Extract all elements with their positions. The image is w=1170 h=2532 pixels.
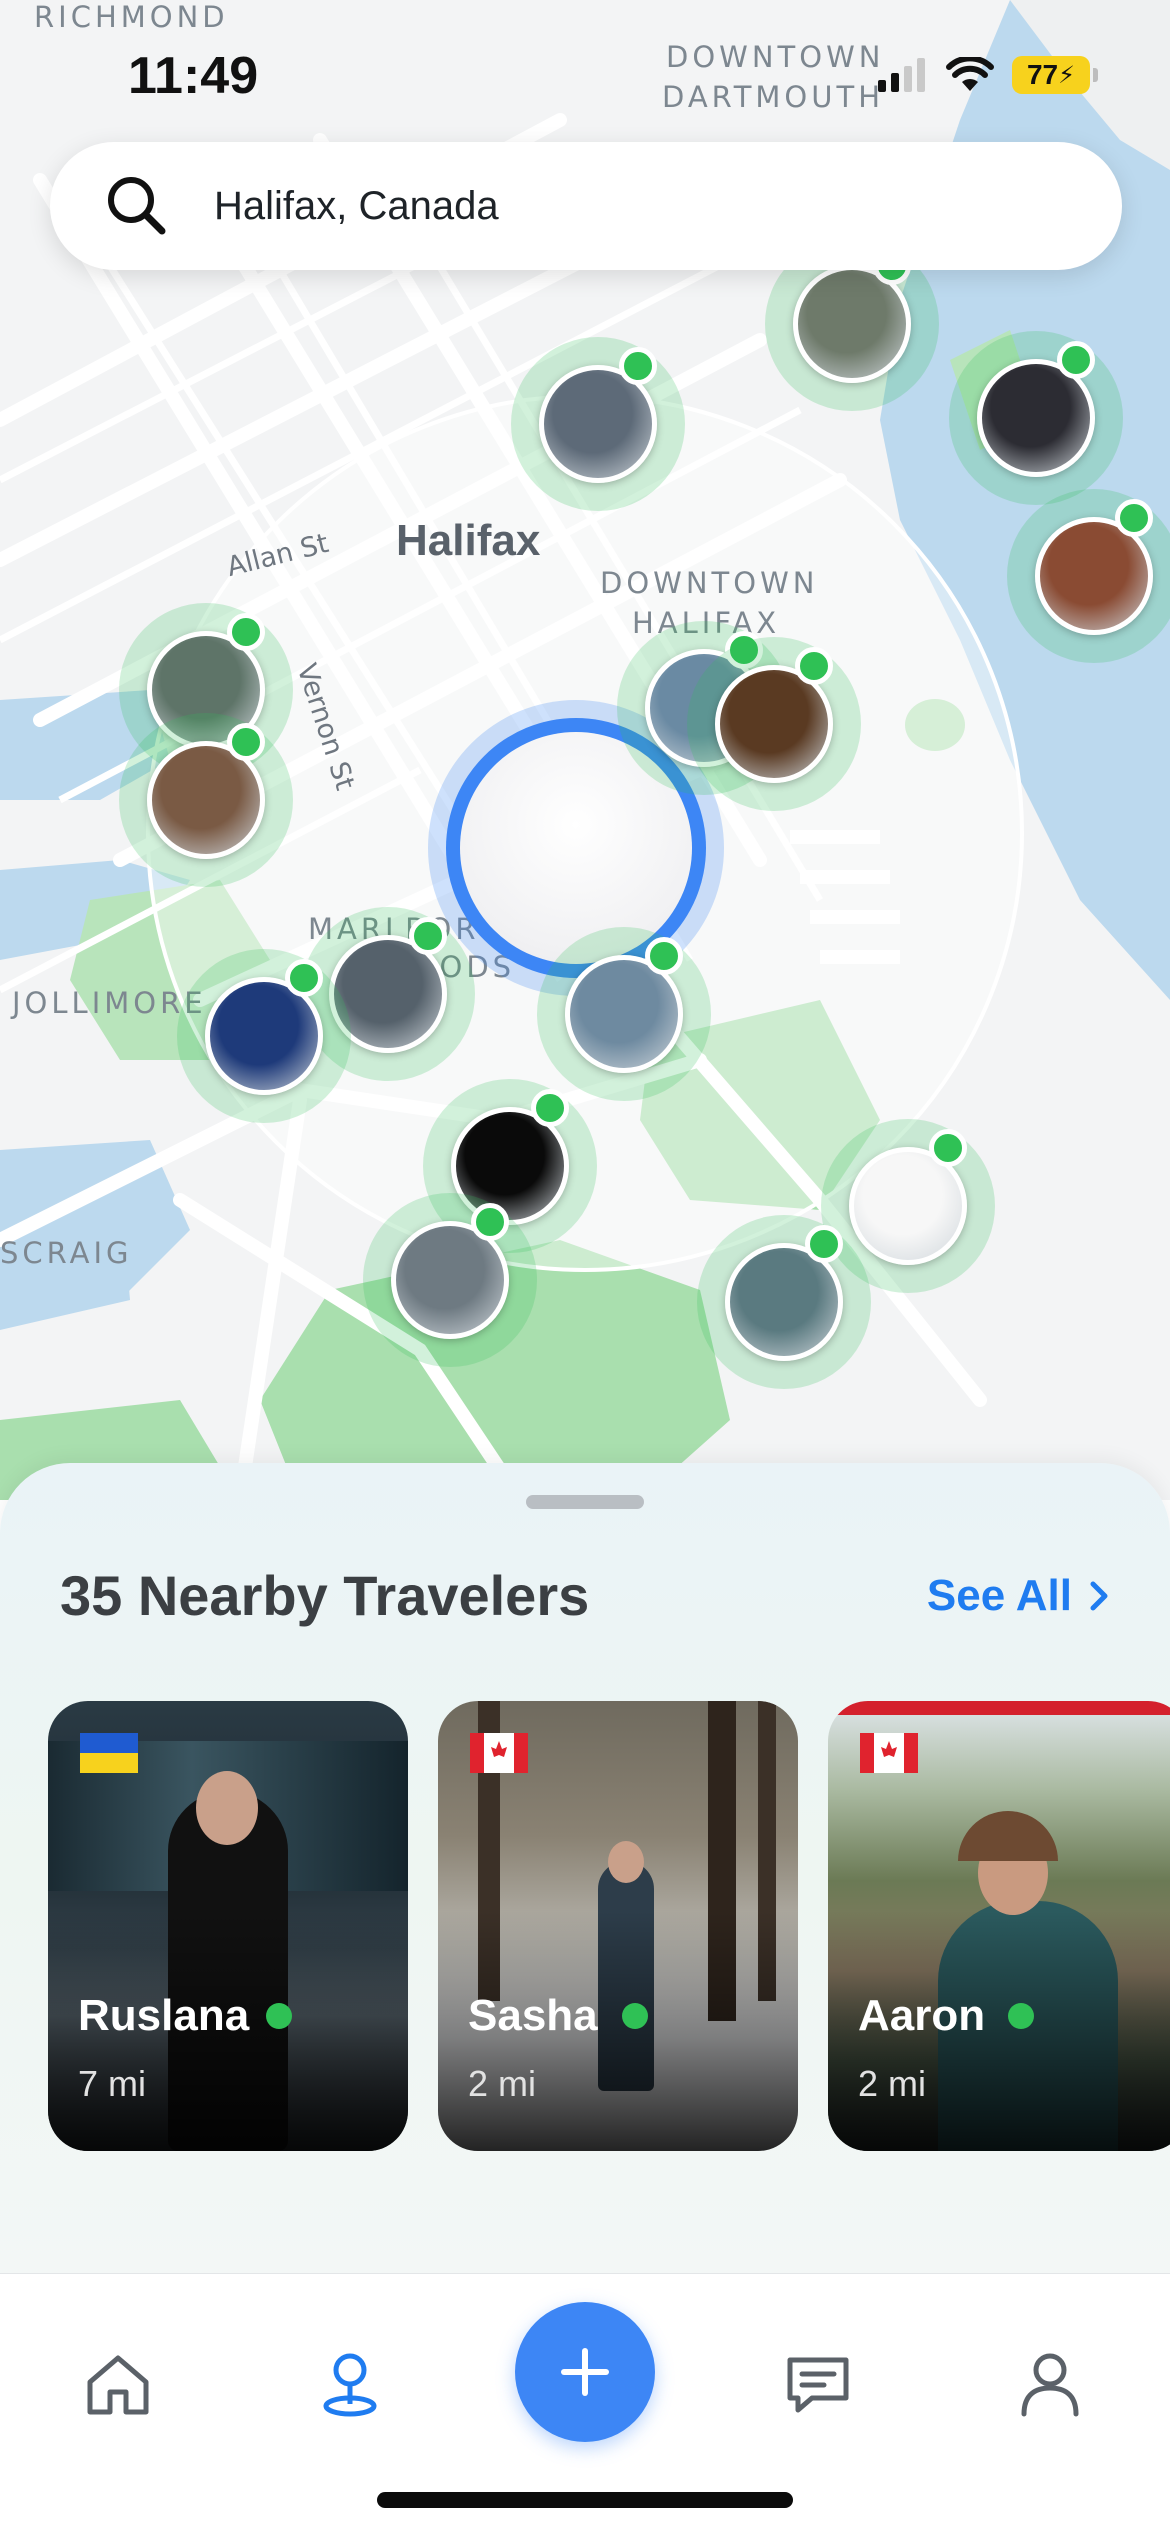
ukraine-flag-icon xyxy=(80,1733,138,1773)
online-status-dot xyxy=(471,1203,509,1241)
online-status-dot xyxy=(1057,341,1095,379)
chevron-right-icon xyxy=(1090,1581,1108,1611)
traveler-map-pin[interactable] xyxy=(949,331,1123,505)
sheet-drag-handle[interactable] xyxy=(526,1495,644,1509)
see-all-label: See All xyxy=(926,1571,1072,1620)
traveler-map-pin[interactable] xyxy=(687,637,861,811)
tab-profile[interactable] xyxy=(1000,2334,1100,2434)
map-label-downtown-halifax: DOWNTOWN xyxy=(600,566,819,600)
map-label-halifax: Halifax xyxy=(396,516,541,565)
traveler-map-pin[interactable] xyxy=(177,949,351,1123)
nearby-travelers-sheet[interactable]: 35 Nearby Travelers See All Ruslana 7 mi xyxy=(0,1463,1170,2273)
traveler-card-sasha[interactable]: Sasha 2 mi xyxy=(438,1701,798,2151)
search-icon xyxy=(108,177,166,235)
traveler-card-ruslana[interactable]: Ruslana 7 mi xyxy=(48,1701,408,2151)
tab-map[interactable] xyxy=(300,2334,400,2434)
traveler-name: Ruslana xyxy=(78,1991,250,2040)
traveler-name: Sasha xyxy=(468,1991,598,2040)
online-status-dot xyxy=(805,1225,843,1263)
search-input[interactable] xyxy=(214,183,1034,229)
cellular-signal-icon xyxy=(878,58,925,92)
canada-flag-icon xyxy=(860,1733,918,1773)
traveler-map-pin[interactable] xyxy=(511,337,685,511)
online-status-dot xyxy=(619,347,657,385)
tab-bar xyxy=(0,2273,1170,2532)
status-bar: 11:49 77 ⚡ xyxy=(0,0,1170,140)
status-time: 11:49 xyxy=(128,47,259,105)
online-status-dot xyxy=(227,723,265,761)
battery-charging-icon: 77 ⚡ xyxy=(1012,56,1098,94)
see-all-link[interactable]: See All xyxy=(927,1571,1110,1621)
traveler-map-pin[interactable] xyxy=(537,927,711,1101)
home-icon xyxy=(87,2355,149,2415)
add-button[interactable] xyxy=(515,2302,655,2442)
traveler-distance: 7 mi xyxy=(78,2063,147,2104)
add-icon xyxy=(561,2348,609,2396)
map-label-jollimore: JOLLIMORE xyxy=(12,986,207,1020)
online-status-dot xyxy=(285,959,323,997)
traveler-map-pin[interactable] xyxy=(697,1215,871,1389)
traveler-map-pin[interactable] xyxy=(363,1193,537,1367)
traveler-name: Aaron xyxy=(858,1991,986,2040)
online-status-dot xyxy=(266,2003,292,2029)
traveler-map-pin[interactable] xyxy=(1007,489,1170,663)
traveler-distance: 2 mi xyxy=(468,2063,537,2104)
status-icons: 77 ⚡ xyxy=(878,56,1098,94)
online-status-dot xyxy=(929,1129,967,1167)
tab-messages[interactable] xyxy=(768,2334,868,2434)
online-status-dot xyxy=(622,2003,648,2029)
location-search-bar[interactable] xyxy=(50,142,1122,270)
profile-icon xyxy=(1021,2353,1079,2417)
battery-level: 77 xyxy=(1026,59,1059,90)
chat-icon xyxy=(787,2357,849,2413)
wifi-icon xyxy=(946,57,994,91)
canada-flag-icon xyxy=(470,1733,528,1773)
map-pin-icon xyxy=(323,2353,377,2417)
traveler-distance: 2 mi xyxy=(858,2063,927,2104)
online-status-dot xyxy=(227,613,265,651)
online-status-dot xyxy=(531,1089,569,1127)
traveler-map-pin[interactable] xyxy=(119,713,293,887)
home-indicator xyxy=(377,2492,793,2508)
traveler-card-aaron[interactable]: Aaron 2 mi xyxy=(828,1701,1170,2151)
map-label-scraig: SCRAIG xyxy=(0,1236,133,1270)
online-status-dot xyxy=(1008,2003,1034,2029)
online-status-dot xyxy=(1115,499,1153,537)
tab-home[interactable] xyxy=(68,2334,168,2434)
sheet-title: 35 Nearby Travelers xyxy=(60,1564,590,1627)
online-status-dot xyxy=(795,647,833,685)
online-status-dot xyxy=(409,917,447,955)
online-status-dot xyxy=(645,937,683,975)
